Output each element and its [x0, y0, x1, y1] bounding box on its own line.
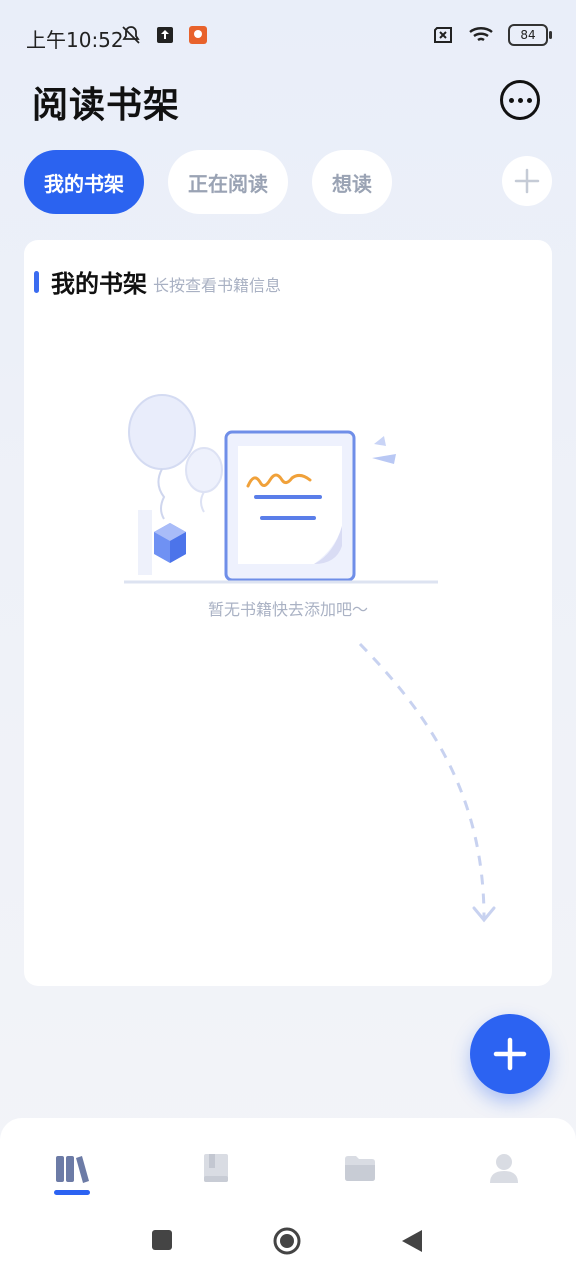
- user-icon: [490, 1154, 518, 1183]
- status-system-icons: 84: [432, 24, 552, 46]
- page-title: 阅读书架: [32, 85, 181, 126]
- battery-indicator: 84: [508, 24, 552, 46]
- shelf-tabs: 我的书架 正在阅读 想读: [24, 150, 392, 214]
- system-nav-bar: [0, 1214, 576, 1274]
- dashed-arrow-icon: [358, 642, 496, 923]
- tab-my-shelf[interactable]: 我的书架: [24, 150, 144, 214]
- section-marker: [34, 270, 39, 293]
- nav-item-profile[interactable]: [484, 1148, 524, 1188]
- more-button[interactable]: [500, 80, 540, 120]
- back-icon[interactable]: [400, 1228, 424, 1254]
- nav-item-bookshelf[interactable]: [52, 1148, 92, 1188]
- home-icon[interactable]: [272, 1226, 302, 1256]
- tab-want-to-read[interactable]: 想读: [312, 150, 392, 214]
- more-icon-dot: [517, 97, 523, 103]
- nav-item-books[interactable]: [196, 1148, 236, 1188]
- plus-icon: [493, 1037, 527, 1071]
- empty-shelf-illustration: [124, 394, 438, 584]
- upload-icon: [157, 27, 173, 43]
- more-icon-dot: [526, 97, 532, 103]
- plus-icon: [514, 168, 540, 194]
- book-icon: [204, 1154, 228, 1182]
- tab-reading[interactable]: 正在阅读: [168, 150, 288, 214]
- card-hint: 长按查看书籍信息: [153, 276, 282, 295]
- more-icon-dot: [508, 97, 514, 103]
- status-time: 上午10:52: [26, 28, 124, 52]
- bell-muted-icon: [122, 26, 140, 44]
- wifi-icon: [469, 27, 493, 41]
- status-bar: 上午10:52 84: [0, 0, 576, 72]
- empty-state-text: 暂无书籍快去添加吧～: [207, 600, 368, 619]
- card-title: 我的书架: [51, 270, 147, 298]
- nav-active-indicator: [54, 1190, 90, 1195]
- app-notification-icon: [189, 26, 207, 44]
- bookshelf-icon: [56, 1156, 89, 1183]
- recent-apps-icon[interactable]: [150, 1228, 174, 1252]
- status-notification-icons: [120, 24, 208, 46]
- folder-icon: [345, 1156, 375, 1181]
- shelf-card: 我的书架 长按查看书籍信息 暂无书籍快去添加吧～: [24, 240, 552, 986]
- bottom-nav: [0, 1118, 576, 1280]
- card-header: 我的书架 长按查看书籍信息: [34, 264, 281, 299]
- nav-item-files[interactable]: [340, 1148, 380, 1188]
- sim-off-icon: [434, 27, 452, 43]
- add-tab-button[interactable]: [502, 156, 552, 206]
- add-book-button[interactable]: [470, 1014, 550, 1094]
